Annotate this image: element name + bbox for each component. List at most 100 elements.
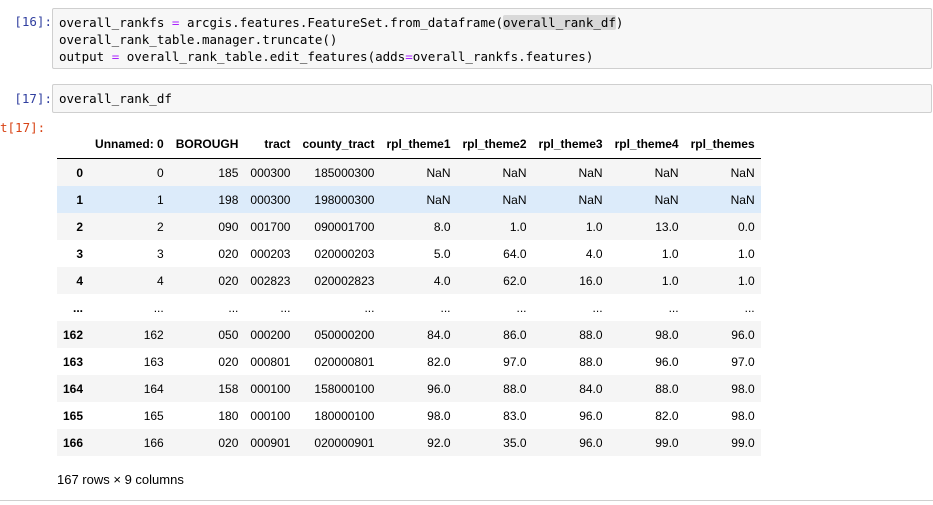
table-cell: 1.0: [661, 246, 679, 261]
table-cell: 1.0: [661, 273, 679, 288]
table-cell: 1: [157, 192, 164, 207]
table-row: 166 166 020 000901 020000901 92.0 35.0 96.0 99.0…: [57, 429, 761, 456]
table-cell: 180000100: [314, 408, 375, 423]
table-cell: 62.0: [503, 273, 527, 288]
table-cell: 96.0: [731, 327, 755, 342]
table-cell: ...: [668, 300, 679, 315]
table-cell: 88.0: [579, 354, 603, 369]
table-cell: ...: [516, 300, 527, 315]
table-cell: 82.0: [655, 408, 679, 423]
table-cell: NaN: [502, 165, 527, 180]
column-header: county_tract: [296, 130, 381, 159]
table-row: 162 162 050 000200 050000200 84.0 86.0 88.0 98.0…: [57, 321, 761, 348]
table-cell: 158000100: [314, 381, 375, 396]
row-index: 162: [63, 327, 84, 342]
column-header: rpl_themes: [684, 130, 761, 159]
table-cell: 020: [218, 246, 239, 261]
row-index: 2: [76, 219, 84, 234]
table-cell: 000203: [250, 246, 291, 261]
table-cell: 96.0: [427, 381, 451, 396]
table-cell: 1.0: [509, 219, 527, 234]
table-cell: 96.0: [579, 435, 603, 450]
table-cell: 98.0: [731, 408, 755, 423]
table-cell: 88.0: [503, 381, 527, 396]
table-row: 3 3 020 000203 020000203 5.0 64.0 4.0 1.0 1.0: [57, 240, 761, 267]
table-cell: 000200: [250, 327, 291, 342]
table-cell: ...: [440, 300, 451, 315]
dataframe-shape-note: 167 rows × 9 columns: [57, 472, 184, 487]
table-cell: 002823: [250, 273, 291, 288]
cell-17-output-prompt: t[17]:: [0, 120, 46, 135]
table-cell: 198: [218, 192, 239, 207]
table-cell: 16.0: [579, 273, 603, 288]
cell-17-input[interactable]: overall_rank_df: [52, 84, 932, 113]
table-cell: 0.0: [737, 219, 755, 234]
row-index: ...: [73, 300, 84, 315]
code-line-1: overall_rank_df: [59, 91, 172, 106]
table-cell: 162: [143, 327, 164, 342]
table-cell: 185000300: [314, 165, 375, 180]
table-cell: 84.0: [427, 327, 451, 342]
table-cell: 185: [218, 165, 239, 180]
table-cell: 000901: [250, 435, 291, 450]
table-row: 164 164 158 000100 158000100 96.0 88.0 84.0 88.0…: [57, 375, 761, 402]
row-index: 165: [63, 408, 84, 423]
table-cell: 050000200: [314, 327, 375, 342]
table-cell: 92.0: [427, 435, 451, 450]
table-cell: 000801: [250, 354, 291, 369]
table-cell: 1.0: [585, 219, 603, 234]
column-header: tract: [244, 130, 297, 159]
table-cell: 64.0: [503, 246, 527, 261]
cell-16-input[interactable]: overall_rankfs = arcgis.features.Feature…: [52, 8, 932, 69]
table-cell: 020: [218, 435, 239, 450]
table-cell: NaN: [730, 192, 755, 207]
column-header: rpl_theme2: [456, 130, 533, 159]
column-header: rpl_theme3: [532, 130, 609, 159]
table-cell: 158: [218, 381, 239, 396]
table-cell: 020002823: [314, 273, 375, 288]
table-cell: 96.0: [579, 408, 603, 423]
table-cell: 090: [218, 219, 239, 234]
table-cell: 180: [218, 408, 239, 423]
table-cell: 2: [157, 219, 164, 234]
table-cell: 4.0: [585, 246, 603, 261]
table-cell: 020000801: [314, 354, 375, 369]
table-cell: 198000300: [314, 192, 375, 207]
table-cell: 020: [218, 354, 239, 369]
row-index: 4: [76, 273, 84, 288]
table-cell: 97.0: [503, 354, 527, 369]
table-cell: ...: [744, 300, 755, 315]
table-cell: 164: [143, 381, 164, 396]
cell-divider: [0, 500, 933, 501]
table-cell: 090001700: [314, 219, 375, 234]
table-cell: NaN: [730, 165, 755, 180]
table-cell: NaN: [426, 165, 451, 180]
column-header: Unnamed: 0: [89, 130, 170, 159]
cell-17-prompt: [17]:: [14, 91, 52, 106]
table-row: ..............................: [57, 294, 761, 321]
table-row: 163 163 020 000801 020000801 82.0 97.0 88.0 96.0…: [57, 348, 761, 375]
table-cell: 000300: [250, 165, 291, 180]
table-cell: 000100: [250, 381, 291, 396]
table-cell: 000300: [250, 192, 291, 207]
table-cell: 050: [218, 327, 239, 342]
table-cell: 88.0: [579, 327, 603, 342]
index-header: [57, 130, 90, 159]
code-line-2: overall_rank_table.manager.truncate(): [59, 32, 338, 47]
table-cell: 020000901: [314, 435, 375, 450]
table-cell: 86.0: [503, 327, 527, 342]
table-cell: 000100: [250, 408, 291, 423]
table-cell: NaN: [654, 165, 679, 180]
table-row: 0 0 185 000300 185000300 NaN NaN NaN NaN NaN: [57, 158, 761, 186]
table-cell: ...: [153, 300, 164, 315]
table-cell: NaN: [578, 165, 603, 180]
row-index: 3: [76, 246, 84, 261]
table-cell: 13.0: [655, 219, 679, 234]
table-row: 2 2 090 001700 090001700 8.0 1.0 1.0 13.0 0.0: [57, 213, 761, 240]
table-cell: 4: [157, 273, 164, 288]
table-cell: 020000203: [314, 246, 375, 261]
table-cell: 0: [157, 165, 164, 180]
dataframe-table: Unnamed: 0 BOROUGH tract county_tract rpl_th…: [57, 130, 761, 456]
cell-16-prompt: [16]:: [14, 14, 52, 29]
table-cell: ...: [592, 300, 603, 315]
